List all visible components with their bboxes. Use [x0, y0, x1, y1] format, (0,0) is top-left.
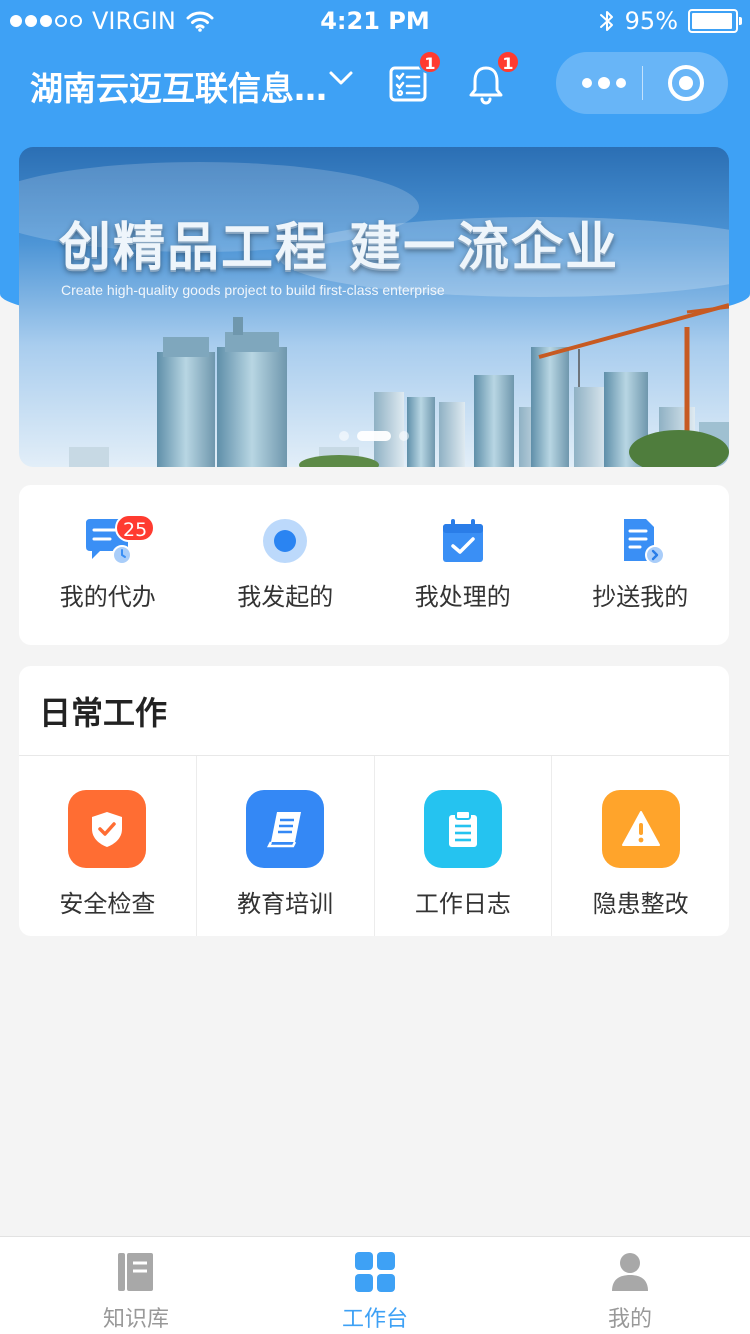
grid-icon [355, 1252, 395, 1292]
tab-mine[interactable]: 我的 [530, 1237, 730, 1334]
banner-carousel[interactable]: 创精品工程 建一流企业 Create high-quality goods pr… [19, 147, 729, 467]
calendar-check-icon [442, 519, 483, 562]
tab-label: 工作台 [341, 1307, 408, 1332]
quick-action-label: 我发起的 [237, 583, 334, 611]
daily-work-card: 日常工作 安全检查 教育培训 工作日志 隐患整改 [19, 666, 729, 936]
shield-check-icon [68, 790, 147, 868]
work-item-hazard-rectify[interactable]: 隐患整改 [552, 756, 729, 936]
status-bar: VIRGIN 4:21 PM 95% [0, 0, 750, 40]
carousel-pager [339, 431, 409, 441]
work-item-label: 安全检查 [59, 890, 156, 918]
battery-level [692, 13, 732, 29]
battery-icon [688, 9, 742, 33]
quick-action-label: 我的代办 [59, 583, 156, 611]
todo-badge: 1 [418, 50, 442, 74]
notification-badge: 1 [496, 50, 520, 74]
user-icon [612, 1253, 648, 1291]
quick-actions-card: 25 我的代办 我发起的 我处理的 抄送我的 [19, 485, 729, 645]
todo-count-badge: 25 [115, 514, 156, 542]
org-name[interactable]: 湖南云迈互联信息... [30, 62, 330, 110]
quick-action-cc-me[interactable]: 抄送我的 [552, 485, 730, 645]
status-right: 95% [599, 7, 742, 35]
notebook-icon [118, 1253, 153, 1291]
section-title: 日常工作 [39, 694, 168, 732]
battery-percent: 95% [624, 7, 678, 35]
work-item-training[interactable]: 教育培训 [197, 756, 375, 936]
tab-knowledge-base[interactable]: 知识库 [36, 1237, 236, 1334]
chevron-down-icon[interactable] [328, 68, 354, 88]
work-item-label: 教育培训 [237, 890, 334, 918]
pager-dot-active[interactable] [357, 431, 391, 441]
pager-dot[interactable] [339, 431, 349, 441]
notifications-button[interactable]: 1 [462, 50, 520, 108]
tab-workbench[interactable]: 工作台 [275, 1237, 475, 1334]
quick-action-processed[interactable]: 我处理的 [374, 485, 552, 645]
work-item-label: 隐患整改 [592, 890, 689, 918]
target-dot-icon [263, 519, 308, 563]
more-icon[interactable] [582, 77, 626, 89]
pager-dot[interactable] [399, 431, 409, 441]
document-forward-icon [624, 519, 665, 565]
work-item-safety-check[interactable]: 安全检查 [19, 756, 197, 936]
quick-action-label: 抄送我的 [592, 583, 689, 611]
bluetooth-icon [599, 11, 613, 31]
tab-label: 知识库 [102, 1307, 169, 1332]
clipboard-icon [423, 790, 502, 868]
tab-label: 我的 [607, 1307, 652, 1332]
close-miniprogram-icon[interactable] [668, 65, 704, 101]
quick-action-initiated[interactable]: 我发起的 [197, 485, 375, 645]
daily-work-grid: 安全检查 教育培训 工作日志 隐患整改 [19, 756, 729, 936]
work-item-label: 工作日志 [414, 890, 511, 918]
city-skyline-image [19, 162, 729, 467]
capsule-divider [642, 66, 643, 100]
banner-headline: 创精品工程 建一流企业 [59, 217, 620, 278]
book-icon [246, 790, 325, 868]
miniprogram-capsule [556, 52, 728, 114]
banner-subline: Create high-quality goods project to bui… [61, 282, 445, 298]
warning-icon [601, 790, 680, 868]
quick-action-label: 我处理的 [414, 583, 511, 611]
quick-action-my-todo[interactable]: 25 我的代办 [19, 485, 197, 645]
tab-bar: 知识库 工作台 我的 [0, 1236, 750, 1334]
work-item-work-log[interactable]: 工作日志 [375, 756, 553, 936]
todo-list-button[interactable]: 1 [384, 50, 442, 108]
